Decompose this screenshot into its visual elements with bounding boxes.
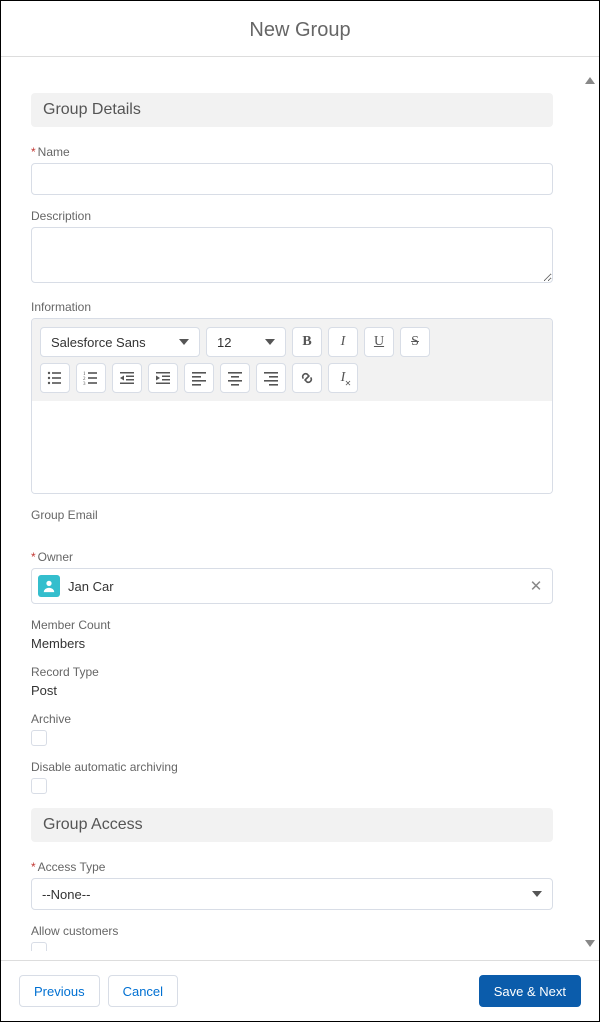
allow-customers-label: Allow customers xyxy=(31,924,553,938)
rte-link-button[interactable] xyxy=(292,363,322,393)
outdent-icon xyxy=(119,370,135,386)
archive-label: Archive xyxy=(31,712,553,726)
field-name: *Name xyxy=(31,145,553,195)
section-header-details: Group Details xyxy=(31,93,553,127)
description-label: Description xyxy=(31,209,553,223)
access-type-value: --None-- xyxy=(42,887,90,902)
rte-clear-format-button[interactable]: I✕ xyxy=(328,363,358,393)
field-information: Information Salesforce Sans 12 B I U S xyxy=(31,300,553,494)
disable-auto-archive-checkbox[interactable] xyxy=(31,778,47,794)
field-access-type: *Access Type --None-- xyxy=(31,860,553,910)
rte-size-select[interactable]: 12 xyxy=(206,327,286,357)
description-textarea[interactable] xyxy=(31,227,553,283)
information-label: Information xyxy=(31,300,553,314)
field-disable-auto-archive: Disable automatic archiving xyxy=(31,760,553,794)
archive-checkbox[interactable] xyxy=(31,730,47,746)
save-next-button[interactable]: Save & Next xyxy=(479,975,581,1007)
rte-align-center-button[interactable] xyxy=(220,363,250,393)
chevron-down-icon xyxy=(532,891,542,897)
chevron-down-icon xyxy=(179,339,189,345)
section-header-access: Group Access xyxy=(31,808,553,842)
record-type-label: Record Type xyxy=(31,665,553,679)
rte-toolbar: Salesforce Sans 12 B I U S xyxy=(32,319,552,401)
record-type-value: Post xyxy=(31,683,553,698)
previous-button[interactable]: Previous xyxy=(19,975,100,1007)
chevron-down-icon xyxy=(265,339,275,345)
scroll-down-icon xyxy=(585,940,595,947)
divider xyxy=(1,56,599,57)
scrollbar[interactable] xyxy=(585,73,595,951)
field-group-email: Group Email xyxy=(31,508,553,522)
clear-format-icon: I✕ xyxy=(341,370,346,386)
form-scroll-area[interactable]: Group Details *Name Description Informat… xyxy=(3,73,583,951)
field-record-type: Record Type Post xyxy=(31,665,553,698)
rte-indent-button[interactable] xyxy=(148,363,178,393)
owner-lookup[interactable]: Jan Car ✕ xyxy=(31,568,553,604)
field-member-count: Member Count Members xyxy=(31,618,553,651)
rte-content-area[interactable] xyxy=(32,401,552,493)
indent-icon xyxy=(155,370,171,386)
allow-customers-checkbox[interactable] xyxy=(31,942,47,951)
rte-strike-button[interactable]: S xyxy=(400,327,430,357)
scroll-up-icon xyxy=(585,77,595,84)
rte-align-left-button[interactable] xyxy=(184,363,214,393)
align-left-icon xyxy=(191,370,207,386)
rte-number-list-button[interactable]: 123 xyxy=(76,363,106,393)
owner-clear-button[interactable]: ✕ xyxy=(526,576,546,596)
rte-font-value: Salesforce Sans xyxy=(51,335,146,350)
number-list-icon: 123 xyxy=(83,370,99,386)
rich-text-editor: Salesforce Sans 12 B I U S xyxy=(31,318,553,494)
modal-footer: Previous Cancel Save & Next xyxy=(1,960,599,1021)
cancel-button[interactable]: Cancel xyxy=(108,975,178,1007)
rte-outdent-button[interactable] xyxy=(112,363,142,393)
svg-text:3: 3 xyxy=(83,382,86,386)
rte-size-value: 12 xyxy=(217,335,231,350)
access-type-label: *Access Type xyxy=(31,860,553,874)
field-description: Description xyxy=(31,209,553,286)
group-email-label: Group Email xyxy=(31,508,553,522)
field-allow-customers: Allow customers xyxy=(31,924,553,951)
close-icon: ✕ xyxy=(530,577,543,595)
align-center-icon xyxy=(227,370,243,386)
user-avatar-icon xyxy=(38,575,60,597)
owner-label: *Owner xyxy=(31,550,553,564)
disable-auto-archive-label: Disable automatic archiving xyxy=(31,760,553,774)
rte-underline-button[interactable]: U xyxy=(364,327,394,357)
field-archive: Archive xyxy=(31,712,553,746)
rte-bold-button[interactable]: B xyxy=(292,327,322,357)
rte-bullet-list-button[interactable] xyxy=(40,363,70,393)
align-right-icon xyxy=(263,370,279,386)
rte-font-select[interactable]: Salesforce Sans xyxy=(40,327,200,357)
link-icon xyxy=(299,370,315,386)
member-count-value: Members xyxy=(31,636,553,651)
modal-title: New Group xyxy=(1,1,599,56)
owner-value: Jan Car xyxy=(68,579,518,594)
field-owner: *Owner Jan Car ✕ xyxy=(31,550,553,604)
access-type-select[interactable]: --None-- xyxy=(31,878,553,910)
rte-align-right-button[interactable] xyxy=(256,363,286,393)
rte-italic-button[interactable]: I xyxy=(328,327,358,357)
name-label: *Name xyxy=(31,145,553,159)
name-input[interactable] xyxy=(31,163,553,195)
bullet-list-icon xyxy=(47,370,63,386)
member-count-label: Member Count xyxy=(31,618,553,632)
